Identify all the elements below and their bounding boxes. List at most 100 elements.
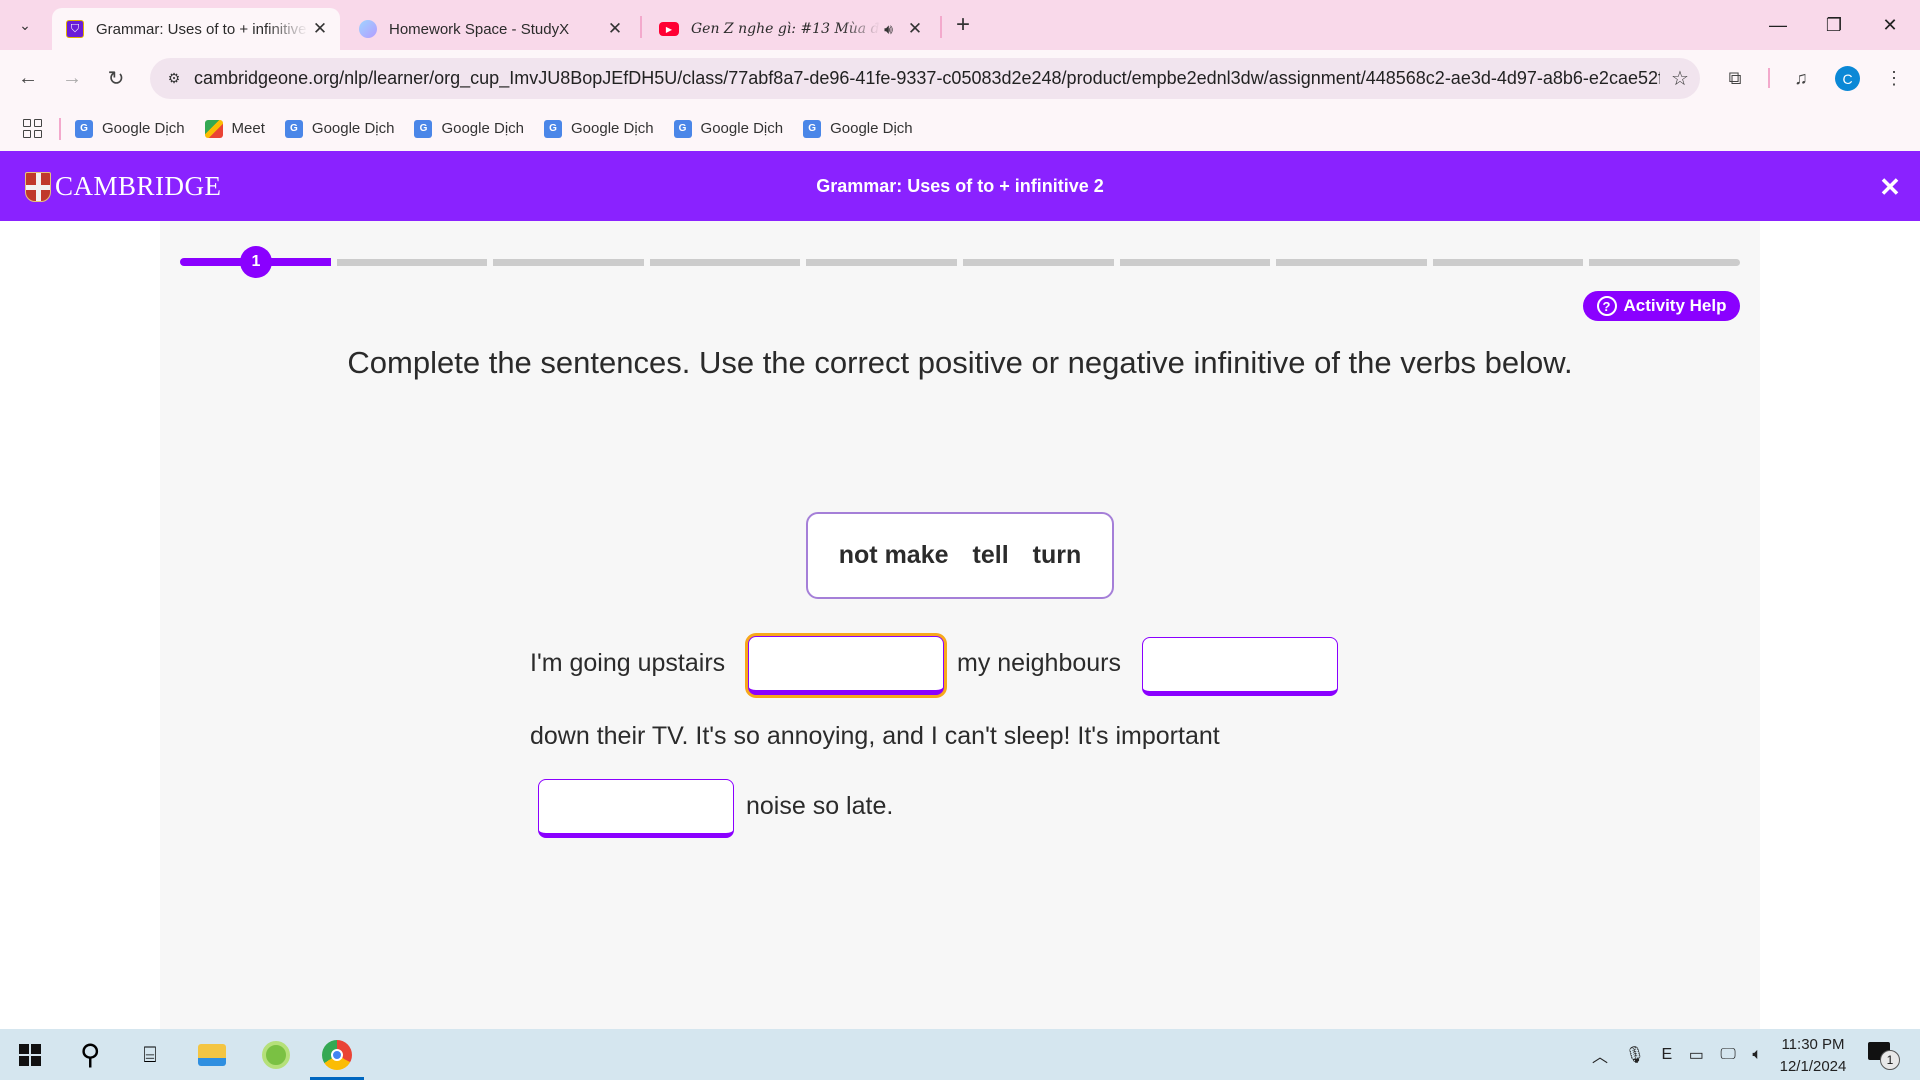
- tab-studyx[interactable]: Homework Space - StudyX ✕: [345, 8, 635, 50]
- search-button[interactable]: ⚲: [61, 1029, 119, 1080]
- reload-icon: ↻: [107, 67, 125, 90]
- sentence-text: my neighbours: [957, 649, 1121, 677]
- progress-segment: [806, 259, 957, 266]
- word-bank-item: not make: [838, 541, 949, 569]
- network-icon[interactable]: 🖵︎: [1720, 1046, 1735, 1064]
- answer-gap-3[interactable]: [538, 779, 734, 838]
- google-translate-icon: G: [544, 119, 562, 138]
- apps-grid-icon[interactable]: [19, 116, 45, 142]
- puzzle-icon: ⧉: [1728, 67, 1742, 88]
- close-tab-icon[interactable]: ✕: [903, 19, 927, 39]
- url-text[interactable]: cambridgeone.org/nlp/learner/org_cup_Imv…: [194, 68, 1660, 89]
- forward-button[interactable]: →: [54, 60, 90, 96]
- answer-gap-2[interactable]: [1142, 637, 1338, 696]
- progress-segment: [1432, 259, 1584, 266]
- speaker-icon[interactable]: 🔊︎: [884, 21, 893, 38]
- bookmark-google-dich[interactable]: G Google Dịch: [75, 119, 185, 138]
- answer-gap-1[interactable]: [748, 636, 944, 695]
- progress-segment: [963, 259, 1114, 266]
- bookmark-label: Google Dịch: [700, 120, 784, 137]
- activity-help-label: Activity Help: [1623, 296, 1727, 315]
- start-button[interactable]: [1, 1029, 59, 1080]
- input-method-icon[interactable]: Ε: [1661, 1046, 1672, 1064]
- close-window-button[interactable]: ✕: [1862, 0, 1918, 50]
- google-translate-icon: G: [673, 119, 692, 138]
- tab-youtube[interactable]: ▶ Gen Z nghe gì: #13 Mùa đông 🔊︎ ✕: [645, 8, 935, 50]
- reload-button[interactable]: ↻: [98, 60, 134, 96]
- coccoc-browser-button[interactable]: [247, 1029, 305, 1080]
- browser-tab-strip: ⌄ ⛉ Grammar: Uses of to + infinitive 2 ✕…: [0, 0, 1920, 50]
- minimize-icon: —: [1769, 14, 1787, 35]
- battery-icon[interactable]: ▭: [1689, 1045, 1704, 1065]
- task-view-button[interactable]: ⌸: [121, 1029, 179, 1080]
- google-translate-icon: G: [284, 119, 303, 138]
- notification-center-button[interactable]: 1: [1868, 1040, 1900, 1070]
- bookmark-label: Google Dịch: [571, 120, 654, 137]
- sentence-text: down their TV. It's so annoying, and I c…: [530, 722, 1220, 750]
- tab-grammar[interactable]: ⛉ Grammar: Uses of to + infinitive 2 ✕: [52, 8, 340, 50]
- bookmark-label: Google Dịch: [311, 120, 395, 137]
- microphone-icon[interactable]: 🎙︎: [1625, 1045, 1645, 1065]
- activity-panel: [160, 221, 1760, 1029]
- new-tab-button[interactable]: +: [948, 10, 978, 40]
- bookmark-google-dich[interactable]: G Google Dịch: [284, 119, 395, 138]
- bookmark-google-dich[interactable]: G Google Dịch: [803, 119, 913, 138]
- cambridge-shield-icon: ⛉: [66, 20, 84, 38]
- windows-logo-icon: [19, 1043, 41, 1066]
- close-icon: ✕: [1879, 171, 1901, 202]
- bookmark-star-icon[interactable]: ☆: [1660, 66, 1700, 91]
- tab-search-button[interactable]: ⌄: [8, 8, 42, 42]
- close-activity-button[interactable]: ✕: [1876, 171, 1904, 202]
- tab-title: Gen Z nghe gì: #13 Mùa đông: [691, 21, 880, 37]
- profile-avatar[interactable]: C: [1835, 66, 1860, 91]
- youtube-icon: ▶: [659, 22, 679, 36]
- browser-toolbar: ← → ↻ ⚙︎ cambridgeone.org/nlp/learner/or…: [0, 50, 1920, 106]
- progress-segment: [1589, 259, 1740, 266]
- bookmark-label: Google Dịch: [830, 120, 913, 137]
- chrome-menu-button[interactable]: ⋮: [1876, 60, 1912, 96]
- progress-segment: [493, 259, 644, 266]
- playlist-music-icon: ♫: [1794, 67, 1808, 88]
- progress-segment: [1119, 259, 1271, 266]
- current-step-indicator[interactable]: 1: [240, 246, 272, 278]
- tab-title: Homework Space - StudyX: [389, 20, 570, 38]
- chevron-up-icon[interactable]: ︿: [1592, 1043, 1608, 1067]
- chrome-icon: [322, 1039, 352, 1070]
- activity-help-button[interactable]: ? Activity Help: [1583, 291, 1740, 321]
- bookmarks-bar: G Google Dịch Meet G Google Dịch G Google D…: [0, 106, 1920, 151]
- bookmark-meet[interactable]: Meet: [204, 119, 265, 138]
- bookmark-google-dich[interactable]: G Google Dịch: [544, 119, 654, 138]
- tab-title: Grammar: Uses of to + infinitive 2: [96, 20, 308, 38]
- restore-button[interactable]: ❐: [1806, 0, 1862, 50]
- close-tab-icon[interactable]: ✕: [308, 19, 332, 39]
- sentence-text: I'm going upstairs: [530, 649, 726, 677]
- bookmark-google-dich[interactable]: G Google Dịch: [414, 119, 524, 138]
- minimize-button[interactable]: —: [1750, 0, 1806, 50]
- bookmark-label: Meet: [231, 120, 265, 137]
- google-translate-icon: G: [75, 119, 93, 138]
- folder-icon: [198, 1043, 226, 1066]
- word-bank: not make tell turn: [806, 512, 1114, 599]
- back-button[interactable]: ←: [10, 60, 46, 96]
- address-bar[interactable]: ⚙︎ cambridgeone.org/nlp/learner/org_cup_…: [150, 58, 1700, 99]
- progress-segment: [1276, 259, 1427, 266]
- bookmarks-separator: [59, 117, 61, 140]
- volume-icon[interactable]: 🔈︎: [1752, 1046, 1762, 1064]
- site-settings-icon[interactable]: ⚙︎: [154, 59, 194, 99]
- close-tab-icon[interactable]: ✕: [603, 19, 627, 39]
- bookmark-google-dich[interactable]: G Google Dịch: [673, 119, 784, 138]
- restore-icon: ❐: [1825, 14, 1843, 35]
- sentence-text: noise so late.: [746, 792, 894, 820]
- bookmark-label: Google Dịch: [102, 120, 185, 137]
- word-bank-item: tell: [972, 541, 1009, 569]
- file-explorer-button[interactable]: [183, 1029, 241, 1080]
- arrow-left-icon: ←: [18, 66, 38, 89]
- toolbar-separator: [1768, 68, 1770, 88]
- taskbar-clock[interactable]: 11:30 PM 12/1/2024: [1768, 1034, 1858, 1078]
- google-translate-icon: G: [414, 119, 433, 138]
- clock-date: 12/1/2024: [1779, 1058, 1847, 1075]
- tab-separator: [940, 16, 942, 38]
- chrome-taskbar-button[interactable]: [308, 1029, 366, 1080]
- media-control-button[interactable]: ♫: [1783, 60, 1819, 96]
- extensions-button[interactable]: ⧉: [1717, 60, 1753, 96]
